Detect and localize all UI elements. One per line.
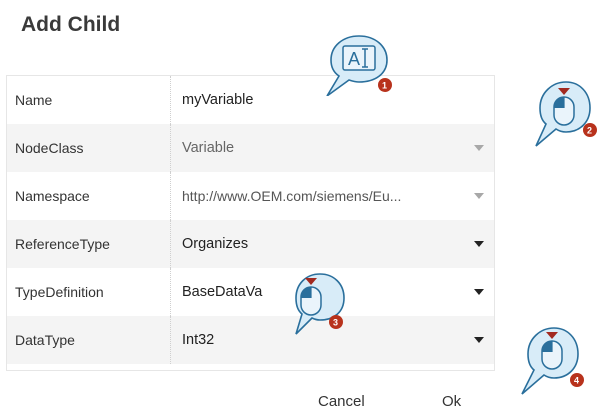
callout-text-input: A 1 <box>325 34 392 96</box>
chevron-down-icon[interactable] <box>474 241 484 247</box>
callout-number-1: 1 <box>382 81 387 91</box>
row-typedefinition: TypeDefinition BaseDataVa pe <box>7 268 494 316</box>
row-datatype: DataType Int32 <box>7 316 494 364</box>
callout-mouse-click: 3 <box>292 272 356 335</box>
column-divider <box>170 268 171 316</box>
ok-button[interactable]: Ok <box>442 393 461 410</box>
name-input[interactable]: myVariable <box>182 76 253 124</box>
callout-mouse-click: 4 <box>520 326 584 395</box>
mouse-click-icon: 3 <box>295 273 345 335</box>
column-divider <box>170 124 171 172</box>
cancel-button[interactable]: Cancel <box>318 393 365 410</box>
chevron-down-icon[interactable] <box>474 337 484 343</box>
typedefinition-label: TypeDefinition <box>15 284 104 300</box>
column-divider <box>170 76 171 124</box>
callout-number-4: 4 <box>574 376 579 386</box>
column-divider <box>170 220 171 268</box>
referencetype-label: ReferenceType <box>15 236 110 252</box>
add-child-form: Name myVariable NodeClass Variable Names… <box>6 75 495 371</box>
row-nodeclass: NodeClass Variable <box>7 124 494 172</box>
namespace-label: Namespace <box>15 188 90 204</box>
callout-number-3: 3 <box>333 318 338 328</box>
row-namespace: Namespace http://www.OEM.com/siemens/Eu.… <box>7 172 494 220</box>
callout-number-2: 2 <box>587 126 592 136</box>
mouse-click-icon: 4 <box>521 327 584 395</box>
name-label: Name <box>15 92 53 108</box>
datatype-select[interactable]: Int32 <box>182 316 214 364</box>
dialog-title: Add Child <box>21 13 121 36</box>
row-name: Name myVariable <box>7 76 494 124</box>
namespace-select[interactable]: http://www.OEM.com/siemens/Eu... <box>182 172 401 220</box>
mouse-click-icon: 2 <box>535 81 597 147</box>
column-divider <box>170 316 171 364</box>
column-divider <box>170 172 171 220</box>
chevron-down-icon[interactable] <box>474 193 484 199</box>
nodeclass-label: NodeClass <box>15 140 84 156</box>
svg-text:A: A <box>348 49 360 69</box>
referencetype-select[interactable]: Organizes <box>182 220 248 268</box>
text-input-icon: A 1 <box>326 35 392 96</box>
chevron-down-icon[interactable] <box>474 289 484 295</box>
datatype-label: DataType <box>15 332 75 348</box>
row-referencetype: ReferenceType Organizes <box>7 220 494 268</box>
callout-mouse-click: 2 <box>534 80 598 147</box>
chevron-down-icon <box>474 145 484 151</box>
nodeclass-select: Variable <box>182 140 235 156</box>
